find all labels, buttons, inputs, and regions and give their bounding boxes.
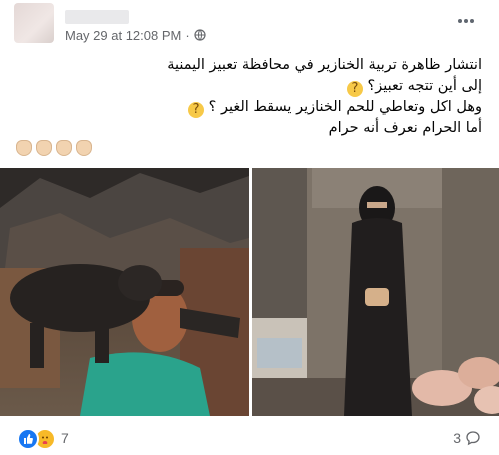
post-footer: 7 3 <box>0 418 499 455</box>
man-carrying-pig-photo[interactable] <box>0 168 249 416</box>
post-text-line: إلى أين تتجه تعبيز؟ ? <box>16 76 482 97</box>
meta-separator: · <box>185 27 190 43</box>
post-photos <box>0 168 499 416</box>
comment-count[interactable]: 3 <box>453 430 481 446</box>
comment-icon <box>466 431 480 446</box>
woman-with-pigs-illustration <box>252 168 499 416</box>
like-icon <box>17 428 39 450</box>
man-carrying-pig-illustration <box>0 168 249 416</box>
raised-hand-emoji-icon <box>56 140 72 156</box>
thinking-face-emoji-icon: ? <box>188 102 205 118</box>
reaction-count[interactable]: 7 <box>61 430 69 446</box>
author-avatar[interactable] <box>14 3 54 43</box>
more-options-button[interactable] <box>455 12 477 34</box>
post-text-line-content: إلى أين تتجه تعبيز؟ <box>367 78 483 94</box>
hand-emoji-row <box>16 140 92 156</box>
author-name[interactable] <box>65 10 129 24</box>
post-text-line: انتشار ظاهرة تربية الخنازير في محافظة تع… <box>167 57 482 73</box>
raised-hand-emoji-icon <box>36 140 52 156</box>
post-text-line: أما الحرام نعرف أنه حرام <box>328 120 482 136</box>
raised-hand-emoji-icon <box>76 140 92 156</box>
woman-in-niqab-with-pigs-photo[interactable] <box>252 168 499 416</box>
thinking-face-emoji-icon: ? <box>346 81 363 97</box>
comment-count-value: 3 <box>453 430 461 446</box>
post-header: May 29 at 12:08 PM · <box>0 0 499 48</box>
raised-hand-emoji-icon <box>16 140 32 156</box>
more-horizontal-icon <box>458 19 474 23</box>
globe-icon <box>194 29 206 41</box>
post-meta: May 29 at 12:08 PM · <box>65 27 206 43</box>
post-text-line: وهل اكل وتعاطي للحم الخنازير يسقط الغير … <box>16 97 482 118</box>
post-text-line-content: وهل اكل وتعاطي للحم الخنازير يسقط الغير … <box>208 99 482 115</box>
post-text: انتشار ظاهرة تربية الخنازير في محافظة تع… <box>16 55 482 139</box>
reaction-icons[interactable] <box>17 428 56 450</box>
post-timestamp[interactable]: May 29 at 12:08 PM <box>65 28 181 43</box>
